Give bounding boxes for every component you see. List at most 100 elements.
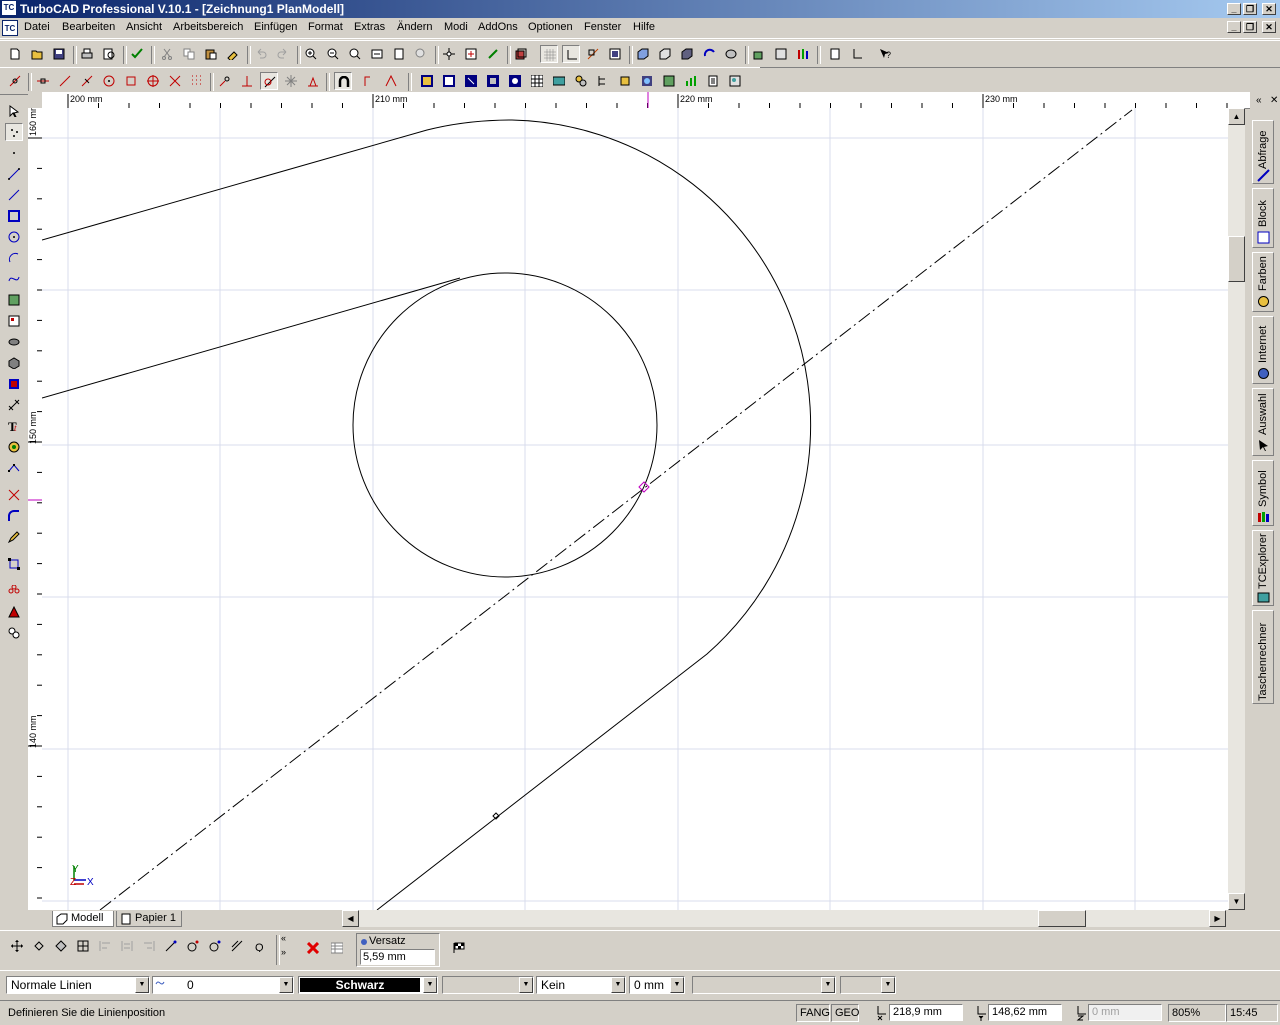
document-icon[interactable]: TC xyxy=(2,20,18,36)
snap-grid-button[interactable] xyxy=(188,72,206,90)
snap-cross-button[interactable] xyxy=(166,72,184,90)
tab-taschenrechner[interactable]: Taschenrechner xyxy=(1252,610,1274,704)
insert-hyperlink-button[interactable] xyxy=(484,72,502,90)
rotate-view-button[interactable] xyxy=(700,45,718,63)
insert-block-button[interactable] xyxy=(572,72,590,90)
minimize-button[interactable]: _ xyxy=(1227,3,1241,15)
materials-button[interactable] xyxy=(772,45,790,63)
block-tool-icon[interactable] xyxy=(5,312,23,330)
menu-datei[interactable]: Datei xyxy=(24,21,50,33)
insert-table-button[interactable] xyxy=(528,72,546,90)
vertical-scrollbar[interactable]: ▲ ▼ xyxy=(1228,108,1245,910)
insert-viewport-button[interactable] xyxy=(726,72,744,90)
fill-select[interactable]: ▼ xyxy=(442,976,534,994)
menu-bearbeiten[interactable]: Bearbeiten xyxy=(62,21,115,33)
ortho-toggle-button[interactable] xyxy=(562,45,580,63)
snap-relative-button[interactable] xyxy=(360,72,378,90)
expand-right-icon[interactable]: » xyxy=(281,947,286,957)
chevron-down-icon[interactable]: ▼ xyxy=(519,977,533,993)
world-plane-button[interactable] xyxy=(606,45,624,63)
move-handle-icon[interactable] xyxy=(8,937,26,955)
arc-tool-icon[interactable] xyxy=(5,249,23,267)
doc-minimize-button[interactable]: _ xyxy=(1227,21,1241,33)
close-button[interactable]: ✕ xyxy=(1262,3,1276,15)
collapse-left-icon[interactable]: « xyxy=(281,933,286,943)
print-button[interactable] xyxy=(78,45,96,63)
offset-input[interactable]: 5,59 mm xyxy=(360,949,435,965)
zoom-out-button[interactable] xyxy=(324,45,342,63)
snap-middle-button[interactable] xyxy=(78,72,96,90)
inner-tangent-line[interactable] xyxy=(42,277,461,399)
align-right-icon[interactable] xyxy=(140,937,158,955)
view-iso-button[interactable] xyxy=(656,45,674,63)
group-tool-icon[interactable] xyxy=(5,624,23,642)
fang-toggle[interactable]: FANG xyxy=(796,1004,830,1022)
horizontal-scroll-thumb[interactable] xyxy=(1038,910,1086,927)
snap-alignment-button[interactable] xyxy=(304,72,322,90)
z-coordinate-field[interactable]: 0 mm xyxy=(1088,1004,1162,1021)
3d-object-tool-icon[interactable] xyxy=(5,375,23,393)
paste-button[interactable] xyxy=(202,45,220,63)
tab-abfrage[interactable]: Abfrage xyxy=(1252,120,1274,184)
x-coordinate-field[interactable]: 218,9 mm xyxy=(889,1004,963,1021)
line-width-select[interactable]: 0 ▼ xyxy=(152,976,294,994)
new-file-button[interactable] xyxy=(6,45,24,63)
tab-symbol[interactable]: Symbol xyxy=(1252,460,1274,526)
rotate-handle-icon[interactable] xyxy=(30,937,48,955)
maximize-button[interactable]: ❐ xyxy=(1243,3,1257,15)
pick-button[interactable] xyxy=(484,45,502,63)
zoom-page-button[interactable] xyxy=(390,45,408,63)
redo-button[interactable] xyxy=(274,45,292,63)
view-top-button[interactable] xyxy=(634,45,652,63)
copy-handle-icon[interactable] xyxy=(74,937,92,955)
chevron-down-icon[interactable]: ▼ xyxy=(821,977,835,993)
offset-line-icon[interactable] xyxy=(228,937,246,955)
tab-farben[interactable]: Farben xyxy=(1252,252,1274,312)
dimension-tool-icon[interactable] xyxy=(5,396,23,414)
rectangle-tool-icon[interactable] xyxy=(5,207,23,225)
point-tool-icon[interactable] xyxy=(5,123,23,141)
chevron-down-icon[interactable]: ▼ xyxy=(611,977,625,993)
snap-compass-button[interactable] xyxy=(282,72,300,90)
color-select[interactable]: Schwarz ▼ xyxy=(298,976,438,994)
text-tool-icon[interactable]: Tt xyxy=(5,417,23,435)
insert-object-button[interactable] xyxy=(462,72,480,90)
mirror-tool-icon[interactable] xyxy=(5,603,23,621)
offset-circle-icon[interactable] xyxy=(184,937,202,955)
format-painter-button[interactable] xyxy=(224,45,242,63)
scroll-left-button[interactable]: ◀ xyxy=(342,910,359,927)
undo-button[interactable] xyxy=(252,45,270,63)
snap-quadrant-button[interactable] xyxy=(122,72,140,90)
insert-picture-button[interactable] xyxy=(440,72,458,90)
snap-center-button[interactable] xyxy=(100,72,118,90)
menu-optionen[interactable]: Optionen xyxy=(528,21,573,33)
pan-button[interactable] xyxy=(440,45,458,63)
scale-handle-icon[interactable] xyxy=(52,937,70,955)
query-q-icon[interactable]: Q xyxy=(250,937,268,955)
menu-einfuegen[interactable]: Einfügen xyxy=(254,21,297,33)
menu-arbeitsbereich[interactable]: Arbeitsbereich xyxy=(173,21,243,33)
doc-restore-button[interactable]: ❐ xyxy=(1243,21,1257,33)
solid-tool-icon[interactable] xyxy=(5,354,23,372)
snap-mode-icon[interactable] xyxy=(6,72,24,90)
insert-scene-button[interactable] xyxy=(660,72,678,90)
camera-button[interactable] xyxy=(722,45,740,63)
vertical-scroll-thumb[interactable] xyxy=(1228,236,1245,282)
transform-tool-icon[interactable] xyxy=(5,555,23,573)
dot-tool-icon[interactable] xyxy=(5,144,23,162)
properties-table-icon[interactable] xyxy=(328,939,346,957)
doc-close-button[interactable]: ✕ xyxy=(1262,21,1276,33)
snap-angle-button[interactable] xyxy=(382,72,400,90)
insert-document-button[interactable] xyxy=(704,72,722,90)
tab-tcexplorer[interactable]: TCExplorer xyxy=(1252,530,1274,606)
tab-modell[interactable]: Modell xyxy=(52,911,114,927)
menu-hilfe[interactable]: Hilfe xyxy=(633,21,655,33)
snap-draw-button[interactable] xyxy=(216,72,234,90)
grid-toggle-button[interactable] xyxy=(540,45,558,63)
scroll-up-button[interactable]: ▲ xyxy=(1228,108,1245,125)
insert-tree-button[interactable] xyxy=(594,72,612,90)
centerline-dash-dot[interactable] xyxy=(99,109,1133,910)
distribute-icon[interactable] xyxy=(162,937,180,955)
extra-property-select[interactable]: ▼ xyxy=(692,976,836,994)
context-help-button[interactable]: ? xyxy=(876,45,894,63)
